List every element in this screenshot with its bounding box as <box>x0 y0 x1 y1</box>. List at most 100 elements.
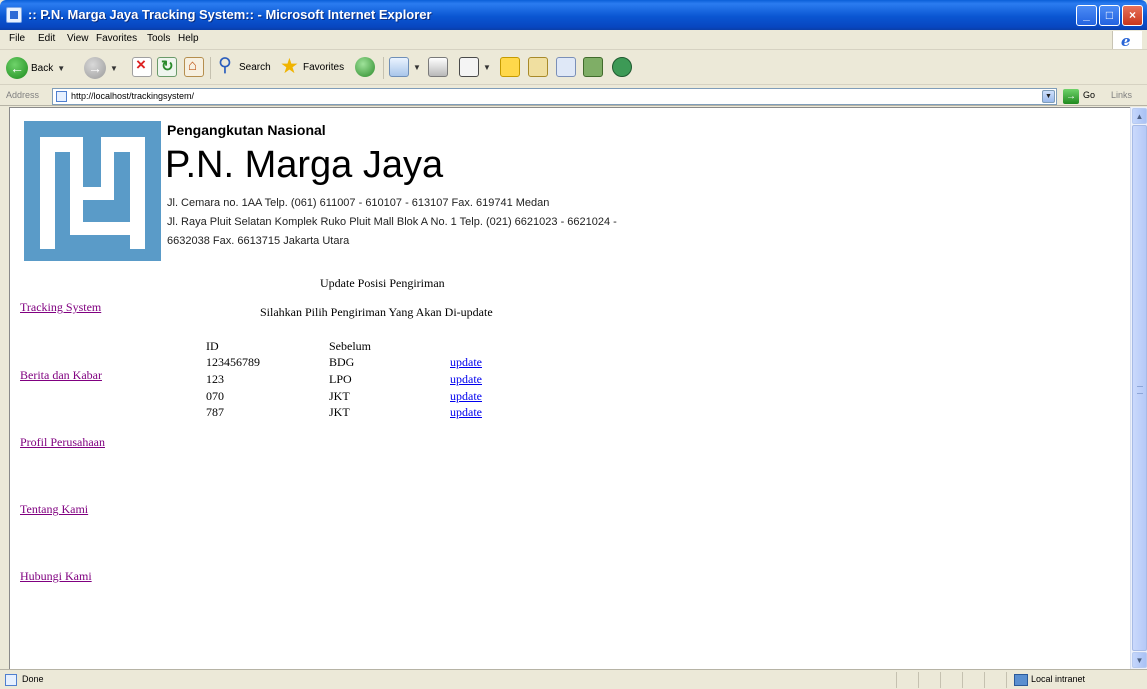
row-2-id: 123 <box>206 372 224 386</box>
status-divider <box>940 672 941 688</box>
back-button[interactable]: ← Back ▼ <box>6 57 65 79</box>
scroll-up-icon[interactable]: ▲ <box>1132 108 1147 124</box>
chevron-down-icon[interactable]: ▼ <box>1042 90 1055 103</box>
address-input[interactable]: http://localhost/trackingsystem/ ▼ <box>52 88 1057 105</box>
row-3-update-link[interactable]: update <box>450 389 482 404</box>
back-arrow-icon: ← <box>6 57 28 79</box>
history-button[interactable] <box>355 57 375 79</box>
row-2-update-link[interactable]: update <box>450 372 482 387</box>
row-3-id: 070 <box>206 389 224 403</box>
search-button[interactable]: Search <box>216 54 271 79</box>
chevron-down-icon: ▼ <box>413 62 421 72</box>
column-header-sebelum: Sebelum <box>329 339 371 353</box>
chevron-down-icon: ▼ <box>483 62 491 72</box>
favorites-label: Favorites <box>303 61 345 73</box>
edit-icon <box>459 57 479 77</box>
title-bar: :: P.N. Marga Jaya Tracking System:: - M… <box>0 0 1147 30</box>
row-4-id: 787 <box>206 405 224 419</box>
close-button[interactable]: × <box>1122 5 1143 26</box>
menu-bar: File Edit View Favorites Tools Help <box>0 30 1147 50</box>
back-label: Back <box>31 62 54 74</box>
scroll-down-icon[interactable]: ▼ <box>1132 652 1147 668</box>
company-logo <box>24 121 161 261</box>
scroll-thumb[interactable] <box>1132 125 1147 651</box>
browser-window: :: P.N. Marga Jaya Tracking System:: - M… <box>0 0 1147 689</box>
menu-favorites[interactable]: Favorites <box>96 33 137 44</box>
edit-button[interactable]: ▼ <box>459 57 491 79</box>
media-icon <box>583 57 603 77</box>
column-header-id: ID <box>206 339 219 353</box>
mail-button[interactable]: ▼ <box>389 57 421 79</box>
forward-button[interactable]: → ▼ <box>84 57 118 79</box>
row-1-id: 123456789 <box>206 355 260 369</box>
tool-button[interactable] <box>556 57 576 79</box>
toolbar-separator <box>383 57 384 79</box>
row-1-sebelum: BDG <box>329 355 355 369</box>
company-tagline: Pengangkutan Nasional <box>167 122 326 138</box>
chevron-down-icon: ▼ <box>110 63 118 73</box>
tool-icon <box>556 57 576 77</box>
page-heading: Update Posisi Pengiriman <box>320 276 445 290</box>
status-divider <box>984 672 985 688</box>
home-icon <box>184 57 204 77</box>
messenger-icon <box>612 57 632 77</box>
status-divider <box>918 672 919 688</box>
forward-arrow-icon: → <box>84 57 106 79</box>
menu-file[interactable]: File <box>9 33 25 44</box>
home-button[interactable] <box>184 57 204 79</box>
stop-button[interactable] <box>132 55 152 79</box>
maximize-button[interactable]: □ <box>1099 5 1120 26</box>
history-icon <box>355 57 375 77</box>
address-line-medan: Jl. Cemara no. 1AA Telp. (061) 611007 - … <box>167 197 550 209</box>
row-1-update-link[interactable]: update <box>450 355 482 370</box>
media-button[interactable] <box>583 57 603 79</box>
menu-view[interactable]: View <box>67 33 89 44</box>
nav-profil-perusahaan[interactable]: Profil Perusahaan <box>20 435 105 450</box>
window-title: :: P.N. Marga Jaya Tracking System:: - M… <box>28 7 432 22</box>
status-bar: Done Local intranet <box>0 669 1147 689</box>
row-4-update-link[interactable]: update <box>450 405 482 420</box>
printer-icon <box>428 57 448 77</box>
nav-tracking-system[interactable]: Tracking System <box>20 300 101 315</box>
status-divider <box>1006 672 1007 688</box>
search-icon <box>216 54 236 77</box>
favorites-button[interactable]: Favorites <box>280 54 345 79</box>
nav-tentang-kami[interactable]: Tentang Kami <box>20 502 88 517</box>
page-content: Pengangkutan Nasional P.N. Marga Jaya Jl… <box>9 107 1130 669</box>
page-instruction: Silahkan Pilih Pengiriman Yang Akan Di-u… <box>260 305 493 319</box>
print-button[interactable] <box>428 57 448 79</box>
address-label: Address <box>6 90 40 100</box>
menu-help[interactable]: Help <box>178 33 199 44</box>
status-divider <box>896 672 897 688</box>
stop-icon <box>132 55 152 77</box>
address-line-jakarta: Jl. Raya Pluit Selatan Komplek Ruko Plui… <box>167 216 617 228</box>
links-button[interactable]: Links <box>1111 90 1132 100</box>
star-icon <box>280 54 300 79</box>
chevron-down-icon: ▼ <box>57 63 66 73</box>
nav-berita-dan-kabar[interactable]: Berita dan Kabar <box>20 368 102 383</box>
company-name: P.N. Marga Jaya <box>165 144 444 186</box>
row-4-sebelum: JKT <box>329 405 350 419</box>
minimize-button[interactable]: _ <box>1076 5 1097 26</box>
menu-tools[interactable]: Tools <box>147 33 170 44</box>
status-text: Done <box>22 674 44 684</box>
research-icon <box>528 57 548 77</box>
refresh-button[interactable] <box>157 57 177 79</box>
discuss-button[interactable] <box>500 57 520 79</box>
ie-page-icon <box>6 7 22 23</box>
address-line-jakarta-cont: 6632038 Fax. 6613715 Jakarta Utara <box>167 235 350 247</box>
page-done-icon <box>5 674 17 686</box>
research-button[interactable] <box>528 57 548 79</box>
go-arrow-icon[interactable]: → <box>1063 89 1079 104</box>
row-3-sebelum: JKT <box>329 389 350 403</box>
page-icon <box>56 91 67 102</box>
messenger-button[interactable] <box>612 57 632 79</box>
menu-edit[interactable]: Edit <box>38 33 55 44</box>
nav-hubungi-kami[interactable]: Hubungi Kami <box>20 569 92 584</box>
address-url: http://localhost/trackingsystem/ <box>71 91 195 101</box>
toolbar: ←Back▼ →▼ Search Favorites ▼ ▼ <box>0 51 1147 85</box>
vertical-scrollbar[interactable]: ▲ ▼ <box>1130 107 1147 669</box>
go-button[interactable]: Go <box>1083 90 1095 100</box>
address-bar: Address http://localhost/trackingsystem/… <box>0 86 1147 106</box>
security-zone-label: Local intranet <box>1031 674 1086 684</box>
